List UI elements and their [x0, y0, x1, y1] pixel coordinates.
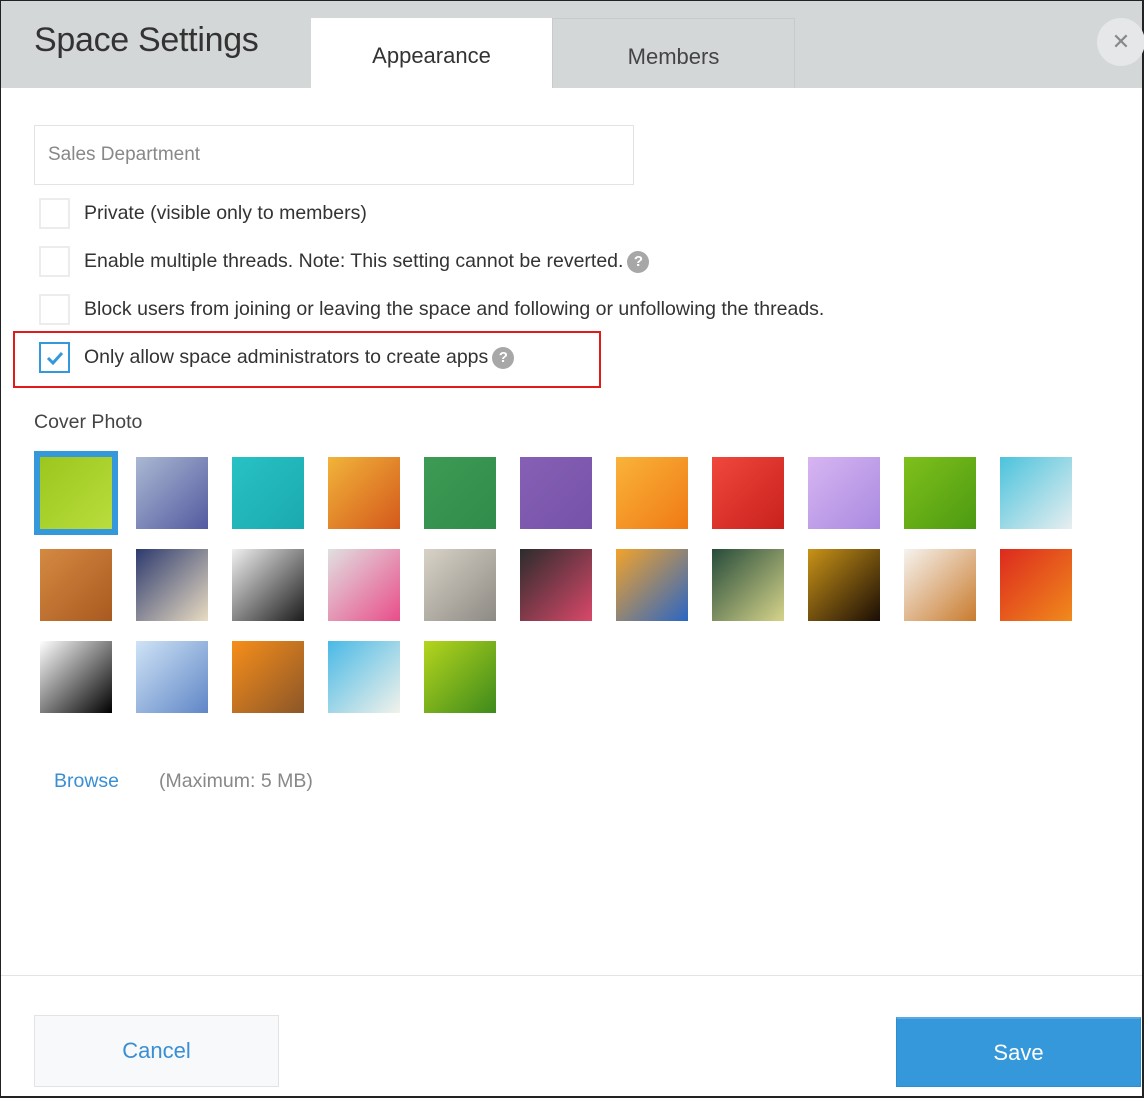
- cover-photo-label: Cover Photo: [34, 411, 143, 433]
- option-admin-only-apps: Only allow space administrators to creat…: [39, 342, 515, 373]
- cover-thumbnail-blue-cubes[interactable]: [1000, 457, 1072, 529]
- save-button[interactable]: Save: [896, 1017, 1141, 1087]
- max-size-note: (Maximum: 5 MB): [159, 770, 313, 792]
- option-label: Block users from joining or leaving the …: [84, 298, 825, 320]
- cover-thumbnail-cat-and-dog[interactable]: [40, 641, 112, 713]
- space-name-input[interactable]: [34, 125, 634, 185]
- cover-thumbnail-amber-bokeh[interactable]: [808, 549, 880, 621]
- option-label: Only allow space administrators to creat…: [84, 346, 489, 368]
- checkmark-icon: [46, 351, 63, 365]
- cover-thumbnail-green-texture[interactable]: [424, 457, 496, 529]
- cover-thumbnail-notebooks[interactable]: [328, 549, 400, 621]
- dialog-header: Space Settings Appearance Members ✕: [1, 1, 1144, 88]
- footer-divider: [1, 975, 1142, 976]
- cover-thumbnail-purple-texture[interactable]: [520, 457, 592, 529]
- cover-thumbnail-turquoise-paint[interactable]: [232, 457, 304, 529]
- option-multiple-threads: Enable multiple threads. Note: This sett…: [39, 246, 650, 277]
- block-users-checkbox[interactable]: [39, 294, 70, 325]
- cover-thumbnail-compass[interactable]: [232, 549, 304, 621]
- tab-appearance[interactable]: Appearance: [311, 18, 552, 88]
- cover-thumbnail-orange-grunge[interactable]: [328, 457, 400, 529]
- tab-members[interactable]: Members: [552, 18, 795, 88]
- cover-thumbnail-green-curves[interactable]: [34, 451, 118, 535]
- cover-thumbnail-gear[interactable]: [424, 549, 496, 621]
- cover-thumbnail-palm-beach[interactable]: [328, 641, 400, 713]
- cover-thumbnail-latte-art[interactable]: [904, 549, 976, 621]
- close-icon: ✕: [1111, 29, 1131, 54]
- help-icon[interactable]: ?: [627, 250, 650, 273]
- option-label: Enable multiple threads. Note: This sett…: [84, 250, 624, 272]
- multiple-threads-checkbox[interactable]: [39, 246, 70, 277]
- private-checkbox[interactable]: [39, 198, 70, 229]
- cover-thumbnail-green-leaf[interactable]: [904, 457, 976, 529]
- cover-thumbnail-lilac-flower[interactable]: [808, 457, 880, 529]
- cancel-button[interactable]: Cancel: [34, 1015, 279, 1087]
- cover-thumbnail-lightbulb-chalkboard[interactable]: [712, 549, 784, 621]
- cover-thumbnail-pumpkins[interactable]: [232, 641, 304, 713]
- dialog-title: Space Settings: [34, 21, 259, 59]
- admin-only-apps-checkbox[interactable]: [39, 342, 70, 373]
- space-settings-dialog: Space Settings Appearance Members ✕ Priv…: [0, 0, 1144, 1098]
- cover-thumbnail-colored-pencils[interactable]: [616, 549, 688, 621]
- close-button[interactable]: ✕: [1097, 18, 1144, 66]
- option-block-users: Block users from joining or leaving the …: [39, 294, 824, 325]
- cover-thumbnail-bamboo[interactable]: [424, 641, 496, 713]
- option-private: Private (visible only to members): [39, 198, 367, 229]
- option-label: Private (visible only to members): [84, 202, 367, 224]
- cover-thumbnail-orange-lily[interactable]: [616, 457, 688, 529]
- cover-thumbnail-red-carnation[interactable]: [712, 457, 784, 529]
- cover-thumbnail-vegetables[interactable]: [1000, 549, 1072, 621]
- cover-thumbnail-mosaic-tiles[interactable]: [136, 549, 208, 621]
- cover-thumbnail-snowy-trees[interactable]: [136, 641, 208, 713]
- cover-thumbnail-blue-lavender-gradient[interactable]: [136, 457, 208, 529]
- browse-link[interactable]: Browse: [54, 770, 119, 793]
- cover-thumbnail-wooden-weave[interactable]: [40, 549, 112, 621]
- cover-thumbnail-chalk-question-marks[interactable]: [520, 549, 592, 621]
- help-icon[interactable]: ?: [492, 346, 515, 369]
